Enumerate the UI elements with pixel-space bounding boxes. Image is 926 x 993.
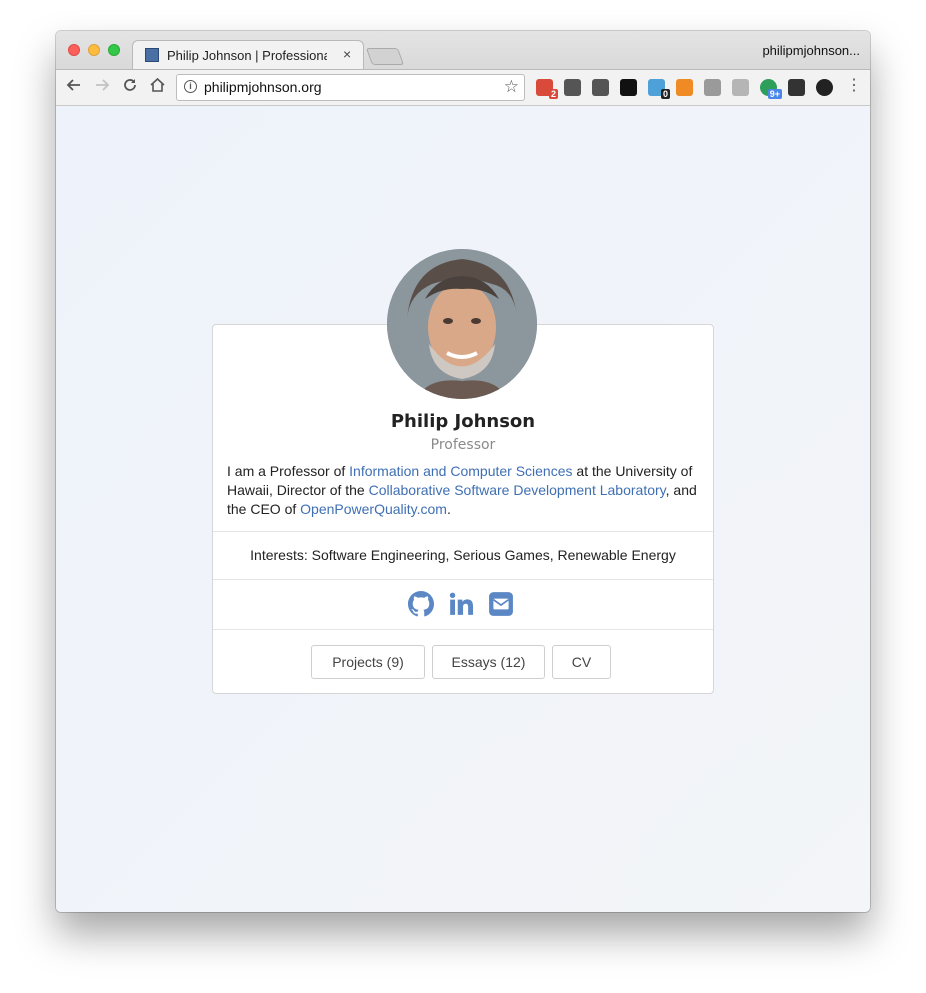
email-icon[interactable]	[488, 591, 514, 617]
projects-button[interactable]: Projects (9)	[311, 645, 425, 679]
extension-jb-icon[interactable]	[620, 79, 637, 96]
extension-red-icon[interactable]: 2	[536, 79, 558, 99]
extension-color-icon[interactable]	[816, 79, 833, 96]
extension-green-icon[interactable]: 9+	[760, 79, 782, 99]
extension-camera-icon[interactable]	[704, 79, 721, 96]
linkedin-icon[interactable]	[448, 591, 474, 617]
forward-icon[interactable]	[94, 77, 110, 98]
github-icon[interactable]	[408, 591, 435, 617]
back-icon[interactable]	[66, 77, 82, 98]
profile-bio: I am a Professor of Information and Comp…	[227, 462, 703, 519]
menu-icon[interactable]: ⋮	[846, 76, 862, 96]
extension-badge: 2	[548, 89, 558, 99]
browser-tab[interactable]: Philip Johnson | Professional P ×	[132, 40, 364, 69]
profile-name[interactable]: philipmjohnson...	[762, 43, 860, 58]
bio-text: I am a Professor of	[227, 463, 350, 479]
extension-sync-icon[interactable]	[564, 79, 581, 96]
extension-eyedropper-icon[interactable]	[788, 79, 805, 96]
csdl-link[interactable]: Collaborative Software Development Labor…	[369, 482, 666, 498]
divider	[213, 579, 713, 580]
extension-info-icon[interactable]	[592, 79, 609, 96]
ics-link[interactable]: Information and Computer Sciences	[349, 463, 572, 479]
new-tab-button[interactable]	[365, 48, 405, 65]
tab-title: Philip Johnson | Professional P	[167, 48, 327, 63]
cv-button[interactable]: CV	[552, 645, 611, 679]
maximize-window-button[interactable]	[108, 44, 120, 56]
extension-badge: 9+	[767, 89, 782, 99]
extension-ghost-icon[interactable]: 0	[648, 79, 670, 99]
home-icon[interactable]	[149, 77, 166, 98]
favicon-icon	[145, 48, 159, 62]
profile-name-heading: Philip Johnson	[390, 411, 536, 432]
profile-role: Professor	[430, 437, 496, 453]
extension-drive-icon[interactable]	[732, 79, 749, 96]
address-bar[interactable]: i philipmjohnson.org ☆	[176, 74, 525, 101]
profile-photo	[387, 249, 537, 399]
page-content: Philip Johnson Professor I am a Professo…	[56, 106, 870, 912]
openpowerquality-link[interactable]: OpenPowerQuality.com	[300, 501, 447, 517]
url-text[interactable]: philipmjohnson.org	[204, 79, 322, 95]
extension-chart-icon[interactable]	[676, 79, 693, 96]
bio-text: .	[446, 501, 451, 517]
extension-badge: 0	[660, 89, 670, 99]
divider	[213, 629, 713, 630]
reload-icon[interactable]	[122, 77, 138, 98]
close-window-button[interactable]	[68, 44, 80, 56]
browser-window: Philip Johnson | Professional P × philip…	[56, 31, 870, 912]
divider	[213, 531, 713, 532]
essays-button[interactable]: Essays (12)	[432, 645, 545, 679]
site-info-icon[interactable]: i	[184, 80, 197, 93]
interests-text: Interests: Software Engineering, Serious…	[250, 547, 676, 563]
minimize-window-button[interactable]	[88, 44, 100, 56]
title-bar: Philip Johnson | Professional P × philip…	[56, 31, 870, 69]
tab-close-icon[interactable]: ×	[343, 46, 351, 62]
browser-toolbar: i philipmjohnson.org ☆ 2 0 9+ ⋮	[56, 69, 870, 106]
bookmark-star-icon[interactable]: ☆	[504, 77, 519, 97]
